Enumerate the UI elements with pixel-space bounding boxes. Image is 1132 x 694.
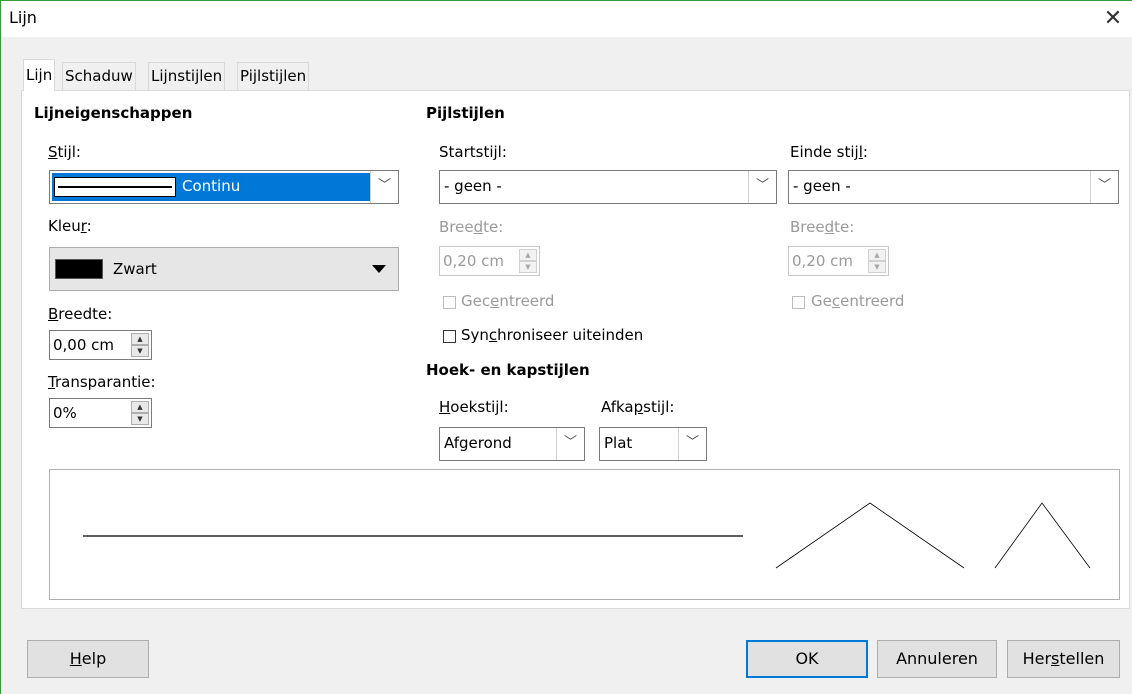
cancel-button[interactable]: Annuleren bbox=[877, 640, 997, 678]
start-width-label: Breedte: bbox=[439, 218, 504, 236]
tab-schaduw[interactable]: Schaduw bbox=[62, 62, 136, 90]
chevron-down-icon[interactable]: ﹀ bbox=[556, 428, 584, 460]
end-style-select[interactable]: - geen - ﹀ bbox=[788, 170, 1119, 204]
preview-graphic bbox=[83, 502, 1091, 569]
spin-up-icon: ▲ bbox=[519, 249, 537, 261]
chevron-down-icon[interactable]: ﹀ bbox=[1090, 171, 1118, 203]
preview-corner-narrow bbox=[994, 502, 1091, 569]
transparency-value[interactable]: 0% bbox=[53, 404, 77, 422]
window-title: Lijn bbox=[9, 8, 37, 27]
chevron-down-icon[interactable]: ﹀ bbox=[748, 171, 776, 203]
width-spinbox[interactable]: 0,00 cm ▲ ▼ bbox=[49, 330, 152, 360]
color-label: Kleur: bbox=[48, 217, 92, 235]
end-style-value: - geen - bbox=[793, 177, 851, 195]
color-swatch bbox=[55, 259, 103, 279]
style-label: Stijl: bbox=[48, 143, 81, 161]
sync-ends-checkbox[interactable] bbox=[443, 330, 456, 343]
start-style-select[interactable]: - geen - ﹀ bbox=[439, 170, 777, 204]
cap-style-label: Afkapstijl: bbox=[601, 398, 675, 416]
line-properties-heading: Lijneigenschappen bbox=[34, 104, 193, 122]
end-centered-label: Gecentreerd bbox=[811, 292, 905, 310]
start-style-label: Startstijl: bbox=[439, 143, 507, 161]
cap-style-select[interactable]: Plat ﹀ bbox=[599, 427, 707, 461]
end-width-value: 0,20 cm bbox=[792, 252, 854, 270]
tab-lijnstijlen[interactable]: Lijnstijlen bbox=[148, 62, 226, 90]
width-label: Breedte: bbox=[48, 305, 113, 323]
end-style-label: Einde stijl: bbox=[790, 143, 868, 161]
tab-lijn[interactable]: Lijn bbox=[23, 59, 56, 91]
spin-down-icon: ▼ bbox=[519, 261, 537, 273]
start-style-value: - geen - bbox=[444, 177, 502, 195]
corner-style-value: Afgerond bbox=[444, 434, 512, 452]
line-style-select[interactable]: Continu ﹀ bbox=[49, 170, 399, 204]
line-style-value: Continu bbox=[182, 177, 241, 195]
help-button[interactable]: Help bbox=[27, 640, 149, 678]
start-width-value: 0,20 cm bbox=[443, 252, 505, 270]
spin-up-icon[interactable]: ▲ bbox=[131, 333, 149, 345]
corner-style-label: Hoekstijl: bbox=[439, 398, 509, 416]
start-width-spinbox: 0,20 cm ▲ ▼ bbox=[439, 246, 540, 276]
color-value: Zwart bbox=[113, 260, 157, 278]
corner-style-select[interactable]: Afgerond ﹀ bbox=[439, 427, 585, 461]
end-centered-checkbox bbox=[792, 296, 805, 309]
transparency-label: Transparantie: bbox=[48, 373, 156, 391]
tab-pijlstijlen[interactable]: Pijlstijlen bbox=[237, 62, 310, 90]
end-width-label: Breedte: bbox=[790, 218, 855, 236]
preview-corner-wide bbox=[775, 502, 965, 569]
title-bar bbox=[1, 1, 1132, 37]
line-preview-swatch bbox=[54, 177, 176, 197]
spin-down-icon[interactable]: ▼ bbox=[131, 413, 149, 425]
end-width-spinbox: 0,20 cm ▲ ▼ bbox=[788, 246, 889, 276]
start-centered-checkbox bbox=[443, 296, 456, 309]
spin-down-icon: ▼ bbox=[868, 261, 886, 273]
chevron-down-icon[interactable]: ﹀ bbox=[370, 171, 398, 203]
close-icon[interactable]: ✕ bbox=[1097, 3, 1129, 35]
spin-up-icon: ▲ bbox=[868, 249, 886, 261]
spin-down-icon[interactable]: ▼ bbox=[131, 345, 149, 357]
reset-button[interactable]: Herstellen bbox=[1007, 640, 1120, 678]
corner-cap-heading: Hoek- en kapstijlen bbox=[426, 361, 590, 379]
ok-button[interactable]: OK bbox=[746, 640, 868, 678]
start-centered-label: Gecentreerd bbox=[461, 292, 555, 310]
chevron-down-icon[interactable]: ﹀ bbox=[678, 428, 706, 460]
transparency-spinbox[interactable]: 0% ▲ ▼ bbox=[49, 398, 152, 428]
cap-style-value: Plat bbox=[604, 434, 633, 452]
width-value[interactable]: 0,00 cm bbox=[53, 336, 114, 354]
arrow-styles-heading: Pijlstijlen bbox=[426, 104, 505, 122]
spin-up-icon[interactable]: ▲ bbox=[131, 401, 149, 413]
dropdown-arrow-icon[interactable] bbox=[372, 265, 386, 273]
sync-ends-label[interactable]: Synchroniseer uiteinden bbox=[461, 326, 643, 344]
color-select[interactable]: Zwart bbox=[49, 247, 399, 291]
line-preview bbox=[49, 469, 1120, 600]
